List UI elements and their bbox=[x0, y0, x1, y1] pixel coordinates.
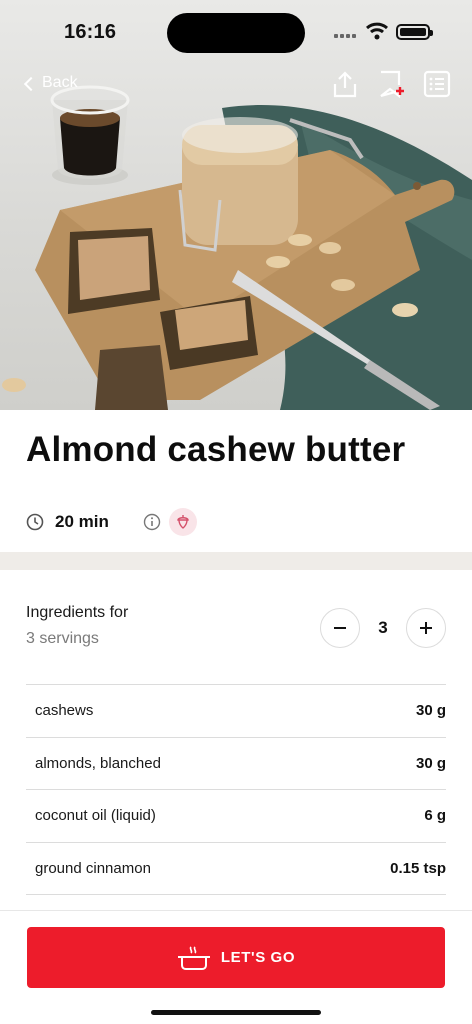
ingredients-header: Ingredients for 3 servings bbox=[26, 604, 128, 648]
hero-image: 16:16 Back bbox=[0, 0, 472, 410]
acorn-icon bbox=[177, 515, 189, 529]
decrease-servings-button[interactable] bbox=[320, 608, 360, 648]
back-label: Back bbox=[42, 74, 78, 91]
ingredient-row: cashews 30 g bbox=[26, 685, 446, 738]
servings-count: 3 bbox=[378, 618, 388, 637]
plus-icon bbox=[420, 622, 432, 634]
ingredients-table: cashews 30 g almonds, blanched 30 g coco… bbox=[26, 684, 446, 895]
recipe-title: Almond cashew butter bbox=[26, 430, 406, 469]
dynamic-island bbox=[167, 13, 305, 53]
ingredient-quantity: 6 g bbox=[424, 807, 446, 825]
wifi-icon bbox=[366, 22, 388, 40]
home-indicator[interactable] bbox=[151, 1010, 321, 1015]
cellular-signal-icon bbox=[334, 34, 356, 38]
ingredient-row: almonds, blanched 30 g bbox=[26, 738, 446, 790]
increase-servings-button[interactable] bbox=[406, 608, 446, 648]
recipe-duration: 20 min bbox=[55, 512, 109, 531]
cooking-pot-icon bbox=[177, 945, 210, 970]
servings-stepper: 3 bbox=[320, 608, 446, 648]
ingredient-name: almonds, blanched bbox=[35, 754, 161, 772]
diet-badge[interactable] bbox=[168, 508, 197, 536]
minus-icon bbox=[334, 627, 346, 629]
ingredient-name: cashews bbox=[35, 702, 94, 720]
ingredient-quantity: 0.15 tsp bbox=[390, 859, 446, 877]
lets-go-label: LET'S GO bbox=[220, 949, 296, 966]
bookmark-add-icon[interactable] bbox=[378, 70, 406, 98]
ingredient-quantity: 30 g bbox=[415, 702, 446, 720]
servings-label: 3 servings bbox=[26, 630, 99, 647]
ingredient-row: ground cinnamon 0.15 tsp bbox=[26, 843, 446, 895]
chevron-left-icon bbox=[23, 76, 39, 91]
recipe-meta: 20 min bbox=[26, 508, 197, 536]
section-divider bbox=[0, 552, 472, 570]
lets-go-button[interactable]: LET'S GO bbox=[27, 927, 445, 988]
info-icon[interactable] bbox=[143, 513, 161, 531]
status-time: 16:16 bbox=[64, 21, 117, 43]
ingredients-heading: Ingredients for bbox=[26, 604, 129, 621]
clock-icon bbox=[26, 513, 44, 531]
share-icon[interactable] bbox=[331, 70, 359, 98]
back-button[interactable]: Back bbox=[23, 74, 78, 92]
ingredient-name: coconut oil (liquid) bbox=[35, 807, 156, 825]
shopping-list-icon[interactable] bbox=[423, 70, 451, 98]
status-bar: 16:16 bbox=[0, 0, 472, 64]
battery-icon bbox=[396, 24, 433, 40]
ingredient-row: coconut oil (liquid) 6 g bbox=[26, 790, 446, 843]
ingredient-quantity: 30 g bbox=[415, 754, 446, 772]
ingredient-name: ground cinnamon bbox=[35, 859, 151, 877]
